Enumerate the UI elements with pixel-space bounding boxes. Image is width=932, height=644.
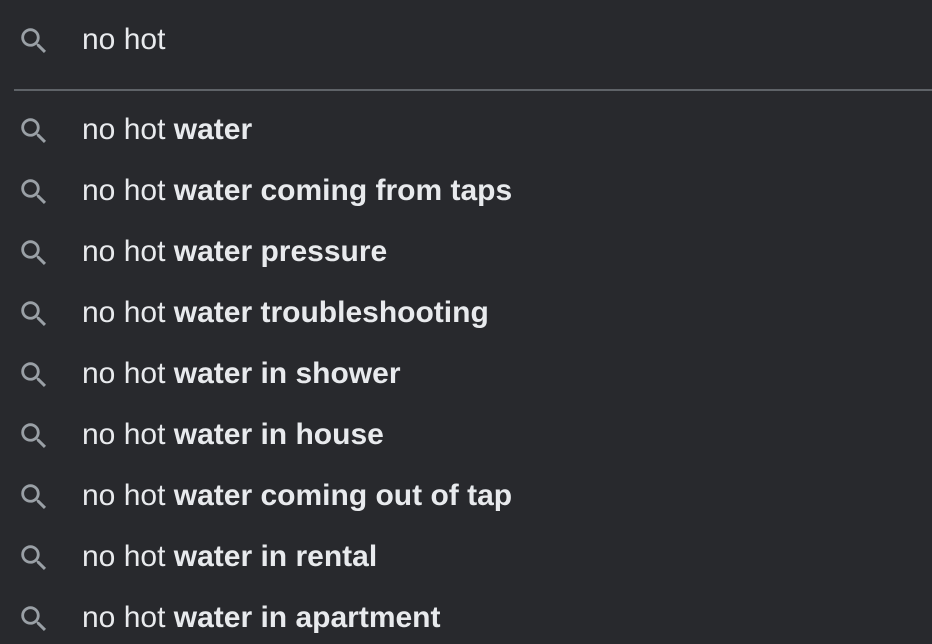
suggestion-text: no hot water troubleshooting: [82, 295, 489, 331]
suggestion-prefix: no hot: [82, 601, 166, 634]
suggestion-item[interactable]: no hot water in house: [0, 405, 932, 466]
suggestion-completion: water coming from taps: [173, 174, 513, 207]
search-icon: [21, 179, 47, 205]
suggestion-item[interactable]: no hot water in apartment: [0, 588, 932, 644]
suggestion-item[interactable]: no hot water troubleshooting: [0, 283, 932, 344]
search-icon: [21, 118, 47, 144]
search-icon: [21, 362, 47, 388]
suggestion-item[interactable]: no hot water coming out of tap: [0, 466, 932, 527]
suggestion-text: no hot water coming from taps: [82, 173, 512, 209]
suggestion-prefix: no hot: [82, 357, 166, 390]
suggestion-text: no hot water pressure: [82, 234, 387, 270]
search-icon: [21, 28, 47, 54]
suggestion-prefix: no hot: [82, 418, 166, 451]
suggestion-prefix: no hot: [82, 540, 166, 573]
suggestion-text: no hot water in rental: [82, 539, 377, 575]
suggestion-prefix: no hot: [82, 235, 166, 268]
search-autocomplete-panel: no hot waterno hot water coming from tap…: [0, 0, 932, 644]
search-icon: [21, 545, 47, 571]
search-icon: [21, 240, 47, 266]
suggestion-completion: water coming out of tap: [173, 479, 513, 512]
suggestion-prefix: no hot: [82, 174, 166, 207]
suggestion-text: no hot water: [82, 112, 252, 148]
suggestion-text: no hot water in apartment: [82, 600, 441, 636]
search-input[interactable]: [82, 18, 902, 62]
search-icon: [21, 606, 47, 632]
suggestion-text: no hot water in house: [82, 417, 384, 453]
suggestion-completion: water pressure: [173, 235, 388, 268]
suggestion-text: no hot water coming out of tap: [82, 478, 512, 514]
suggestion-completion: water in apartment: [173, 601, 441, 634]
suggestion-text: no hot water in shower: [82, 356, 401, 392]
suggestion-completion: water in shower: [173, 357, 401, 390]
suggestion-item[interactable]: no hot water in shower: [0, 344, 932, 405]
suggestion-completion: water in house: [173, 418, 384, 451]
suggestion-completion: water troubleshooting: [173, 296, 489, 329]
suggestion-completion: water: [173, 113, 253, 146]
search-bar: [0, 0, 932, 82]
suggestion-completion: water in rental: [173, 540, 378, 573]
divider: [14, 89, 932, 91]
search-icon: [21, 484, 47, 510]
suggestion-item[interactable]: no hot water in rental: [0, 527, 932, 588]
suggestion-item[interactable]: no hot water: [0, 100, 932, 161]
suggestion-prefix: no hot: [82, 113, 166, 146]
suggestion-item[interactable]: no hot water pressure: [0, 222, 932, 283]
suggestion-list: no hot water no hot water coming from tap…: [0, 100, 932, 644]
suggestion-prefix: no hot: [82, 479, 166, 512]
search-icon: [21, 301, 47, 327]
suggestion-item[interactable]: no hot water coming from taps: [0, 161, 932, 222]
search-icon: [21, 423, 47, 449]
suggestion-prefix: no hot: [82, 296, 166, 329]
